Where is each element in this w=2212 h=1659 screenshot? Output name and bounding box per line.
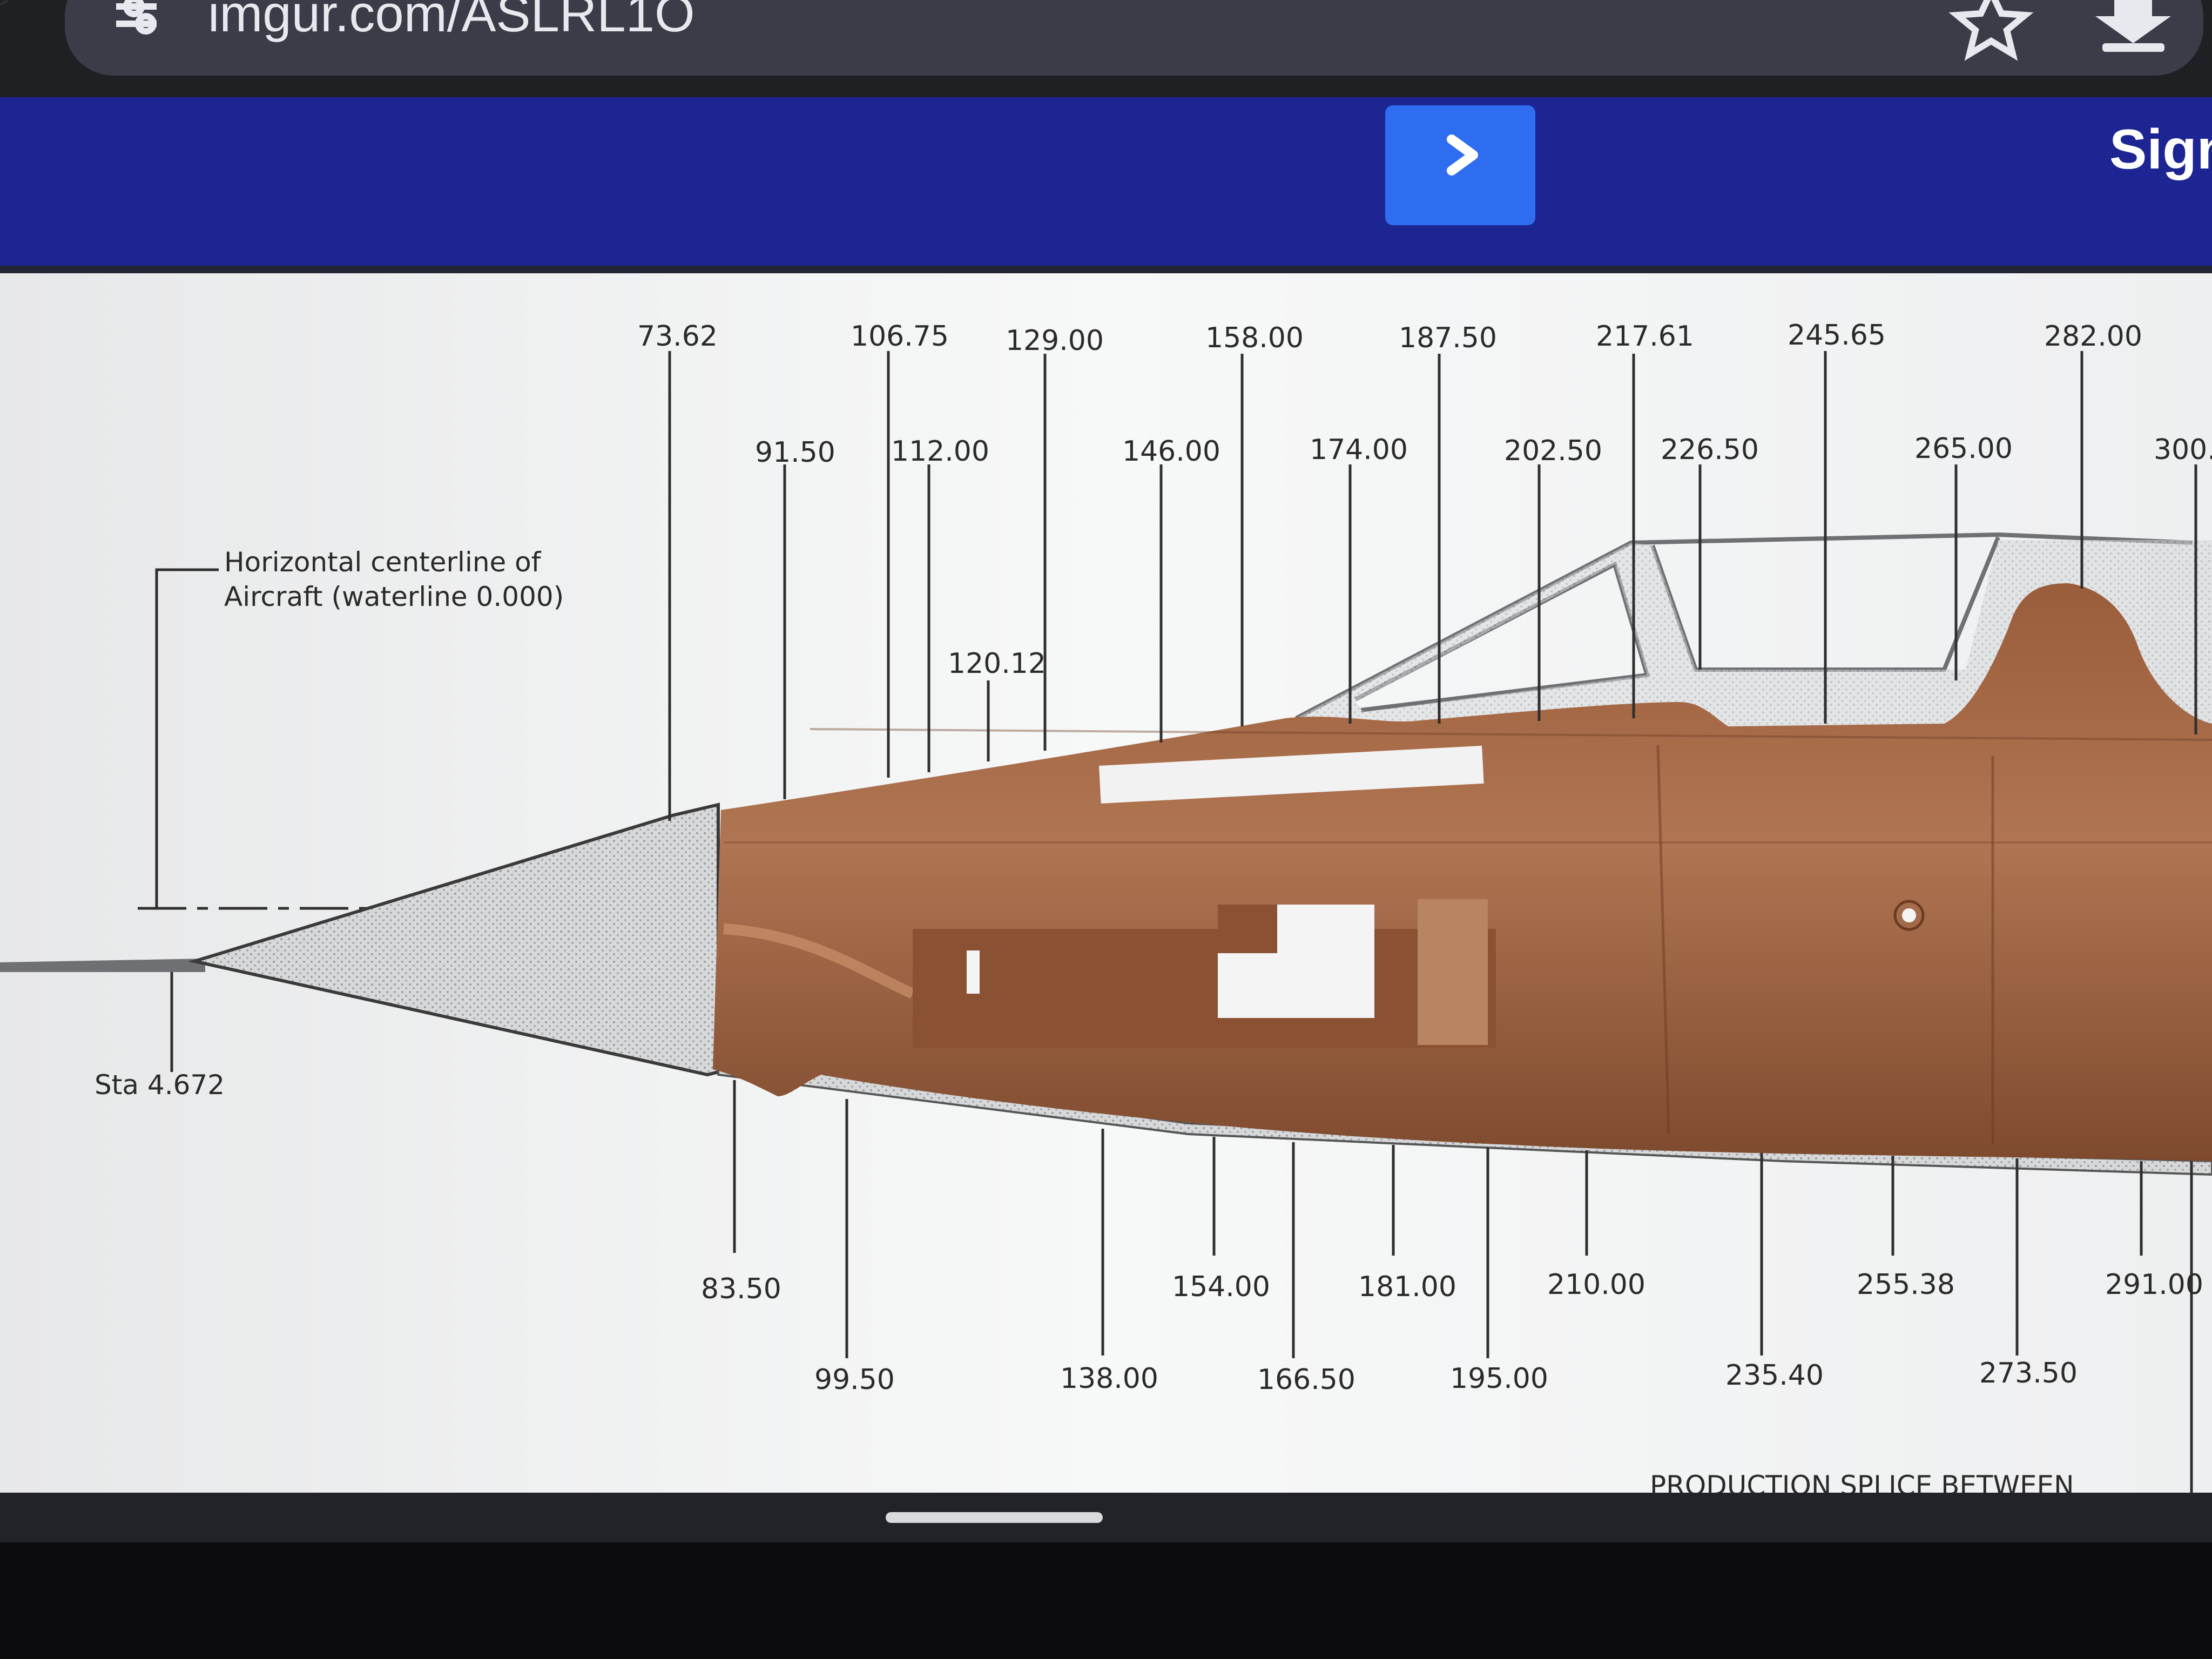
station-label: 129.00 (1006, 325, 1104, 357)
station-label: 174.00 (1310, 434, 1408, 466)
photo-of-screen: imgur.com/ASLRL1O Sign (0, 0, 2212, 1659)
station-label: 245.65 (1788, 319, 1886, 352)
station-label: 112.00 (891, 435, 989, 468)
url-text[interactable]: imgur.com/ASLRL1O (208, 0, 695, 43)
station-label: 291.00 (2105, 1269, 2203, 1301)
home-indicator[interactable] (886, 1512, 1103, 1523)
station-label: 226.50 (1661, 434, 1759, 466)
station-label: 255.38 (1857, 1269, 1955, 1301)
station-label: 235.40 (1725, 1359, 1824, 1392)
station-label: 265.00 (1914, 433, 2013, 465)
station-label: 181.00 (1358, 1271, 1456, 1303)
station-label: 146.00 (1122, 435, 1220, 468)
station-label: 217.61 (1596, 320, 1694, 353)
centerline-note: Aircraft (waterline 0.000) (224, 581, 564, 612)
station-label: 83.50 (701, 1273, 781, 1305)
station-label: 120.12 (948, 648, 1046, 680)
station-label: 106.75 (851, 320, 949, 353)
station-label: 154.00 (1172, 1271, 1270, 1303)
device-bezel (0, 1493, 2212, 1659)
station-label: 202.50 (1504, 435, 1602, 467)
station-label: 91.50 (755, 436, 835, 469)
station-label: 210.00 (1547, 1269, 1645, 1301)
centerline-note: Horizontal centerline of (224, 547, 542, 578)
browser-toolbar: imgur.com/ASLRL1O (0, 0, 2212, 97)
station-label: 99.50 (814, 1364, 895, 1396)
station-label: 166.50 (1257, 1364, 1355, 1396)
wheel-well-panel (913, 929, 1496, 1048)
station-note: Sta 4.672 (95, 1069, 225, 1101)
station-label: 282.00 (2044, 320, 2142, 353)
station-label: 158.00 (1205, 322, 1304, 354)
station-label: 187.50 (1399, 322, 1497, 354)
station-label: 300.0 (2154, 434, 2212, 466)
station-label: 273.50 (1979, 1357, 2078, 1390)
site-header: Sign (0, 97, 2212, 273)
station-label: 73.62 (637, 320, 718, 353)
sign-in-link[interactable]: Sign (2109, 118, 2212, 181)
station-label: 138.00 (1060, 1363, 1158, 1395)
station-label: 195.00 (1450, 1363, 1548, 1395)
